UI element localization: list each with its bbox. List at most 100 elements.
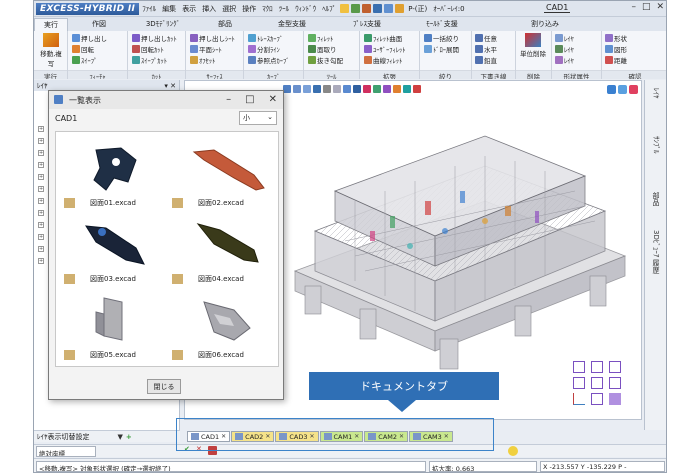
thumbnail-item[interactable]: 図面06.excad	[170, 290, 274, 362]
cube-view-icon[interactable]	[573, 361, 585, 373]
side-tab-sample[interactable]: ｻﾝﾌﾟﾙ	[651, 136, 661, 154]
ref-point-curve-button[interactable]: 参照点ｶｰﾌﾞ	[248, 55, 290, 65]
print-icon[interactable]	[362, 4, 372, 13]
offset-button[interactable]: ｵﾌｾｯﾄ	[190, 55, 215, 65]
revolve-button[interactable]: 回転	[72, 44, 94, 54]
cube-view-icon[interactable]	[609, 361, 621, 373]
tab-3d-modeling[interactable]: 3Dﾓﾃﾞﾘﾝｸﾞ	[130, 18, 196, 31]
chamfer-button[interactable]: 面取り	[308, 44, 337, 54]
maximize-icon[interactable]: □	[642, 2, 651, 12]
active-document-name[interactable]: CAD1	[544, 3, 571, 13]
tab-press-support[interactable]: ﾌﾟﾚｽ支援	[330, 18, 404, 31]
layer-setting-label[interactable]: ﾚｲﾔ表示切替設定	[37, 432, 90, 442]
check-shape-button[interactable]: 形状	[605, 33, 627, 43]
trace-curve-button[interactable]: ﾄﾚｰｽｶｰﾌﾞ	[248, 33, 283, 43]
vertical-line-button[interactable]: 鉛直	[475, 55, 497, 65]
layer-attr-button-2[interactable]: ﾚｲﾔ	[555, 44, 574, 54]
extrude-sheet-button[interactable]: 押し出しｼｰﾄ	[190, 33, 235, 43]
tree-expand-icon[interactable]: +	[38, 246, 44, 252]
new-icon[interactable]	[351, 4, 361, 13]
redo-icon[interactable]	[395, 4, 405, 13]
check-figure-button[interactable]: 図形	[605, 44, 627, 54]
undo-icon[interactable]	[384, 4, 394, 13]
minimize-icon[interactable]: –	[226, 94, 231, 105]
side-tab-parts[interactable]: 部品	[651, 192, 661, 206]
tab-molding-support[interactable]: ﾓｰﾙﾄﾞ支援	[404, 18, 480, 31]
unit-delete-button[interactable]: 単位削除	[519, 33, 547, 58]
maximize-icon[interactable]: □	[245, 94, 254, 105]
tree-expand-icon[interactable]: +	[38, 258, 44, 264]
tab-interrupt[interactable]: 割り込み	[510, 18, 580, 31]
horizontal-line-button[interactable]: 水平	[475, 44, 497, 54]
menu-insert[interactable]: 挿入	[199, 4, 219, 14]
tree-expand-icon[interactable]: +	[38, 198, 44, 204]
menu-edit[interactable]: 編集	[159, 4, 179, 14]
cube-view-icon[interactable]	[609, 377, 621, 389]
cube-view-icon[interactable]	[591, 377, 603, 389]
draw-expand-button[interactable]: ﾄﾞﾛｰ展開	[424, 44, 459, 54]
menu-operate[interactable]: 操作	[239, 4, 259, 14]
tab-parts[interactable]: 部品	[196, 18, 254, 31]
cube-view-icon[interactable]	[573, 377, 585, 389]
save-icon[interactable]	[373, 4, 383, 13]
tree-expand-icon[interactable]: +	[38, 162, 44, 168]
layer-attr-button-1[interactable]: ﾚｲﾔ	[555, 33, 574, 43]
tree-expand-icon[interactable]: +	[38, 222, 44, 228]
overlay-selector[interactable]: ｵｰﾊﾞｰﾚｲ:0	[430, 4, 467, 14]
check-distance-button[interactable]: 距離	[605, 55, 627, 65]
tab-mold-support[interactable]: 金型支援	[254, 18, 330, 31]
layer-selector[interactable]: P-(正)	[405, 4, 430, 14]
tree-expand-icon[interactable]: +	[38, 210, 44, 216]
menu-tool[interactable]: ﾂｰﾙ	[276, 4, 293, 14]
close-list-button[interactable]: 閉じる	[147, 379, 181, 394]
menu-macro[interactable]: ﾏｸﾛ	[259, 4, 276, 14]
list-window-titlebar[interactable]: 一覧表示 – □ ✕	[49, 91, 283, 109]
plane-sheet-button[interactable]: 平面ｼｰﾄ	[190, 44, 222, 54]
sweep-button[interactable]: ｽｲｰﾌﾟ	[72, 55, 97, 65]
tree-expand-icon[interactable]: +	[38, 186, 44, 192]
menu-help[interactable]: ﾍﾙﾌﾟ	[319, 4, 339, 14]
close-icon[interactable]: ✕	[656, 2, 664, 12]
extrude-button[interactable]: 押し出し	[72, 33, 107, 43]
tab-draw[interactable]: 作図	[68, 18, 130, 31]
fillet-surface-button[interactable]: ﾌｨﾚｯﾄ曲面	[364, 33, 402, 43]
menu-select[interactable]: 選択	[219, 4, 239, 14]
move-copy-button[interactable]: 移動,複写	[37, 33, 65, 68]
thumbnail-item[interactable]: 図面03.excad	[62, 214, 166, 286]
tree-expand-icon[interactable]: +	[38, 150, 44, 156]
split-line-button[interactable]: 分割ﾗｲﾝ	[248, 44, 280, 54]
add-layer-icon[interactable]: +	[126, 433, 132, 441]
tree-expand-icon[interactable]: +	[38, 234, 44, 240]
curve-fillet-button[interactable]: 曲線ﾌｨﾚｯﾄ	[364, 55, 402, 65]
layer-attr-button-3[interactable]: ﾚｲﾔ	[555, 55, 574, 65]
sweep-cut-button[interactable]: ｽｲｰﾌﾟｶｯﾄ	[132, 55, 167, 65]
minimize-icon[interactable]: –	[631, 2, 636, 12]
axis-icon[interactable]	[573, 393, 585, 405]
menu-window[interactable]: ｳｨﾝﾄﾞｳ	[292, 4, 319, 14]
tree-expand-icon[interactable]: +	[38, 174, 44, 180]
thumbnail-size-select[interactable]: 小 ⌄	[239, 111, 277, 125]
side-tab-layer[interactable]: ﾚｲﾔ	[651, 88, 661, 99]
tree-expand-icon[interactable]: +	[38, 138, 44, 144]
dropdown-arrow-icon[interactable]: ▼	[118, 433, 123, 441]
fillet-button[interactable]: ﾌｨﾚｯﾄ	[308, 33, 333, 43]
tab-execute[interactable]: 実行	[34, 18, 68, 31]
side-tab-3d-viewer[interactable]: 3Dﾋﾞｭｰｱ 履歴	[651, 230, 661, 274]
thumbnail-item[interactable]: 図面01.excad	[62, 138, 166, 210]
smiley-icon[interactable]	[508, 446, 518, 456]
thumbnail-item[interactable]: 図面04.excad	[170, 214, 274, 286]
thumbnail-item[interactable]: 図面02.excad	[170, 138, 274, 210]
cube-solid-icon[interactable]	[609, 393, 621, 405]
menu-view[interactable]: 表示	[179, 4, 199, 14]
close-icon[interactable]: ✕	[269, 94, 277, 105]
revolve-cut-button[interactable]: 回転ｶｯﾄ	[132, 44, 164, 54]
panel-pin-icon[interactable]: ▾ ✕	[164, 82, 176, 90]
user-fillet-button[interactable]: ﾕｰｻﾞｰﾌｨﾚｯﾄ	[364, 44, 406, 54]
batch-draw-button[interactable]: 一括絞り	[424, 33, 459, 43]
folder-icon[interactable]	[340, 4, 350, 13]
tree-expand-icon[interactable]: +	[38, 126, 44, 132]
menu-file[interactable]: ﾌｧｲﾙ	[139, 4, 159, 14]
arbitrary-line-button[interactable]: 任意	[475, 33, 497, 43]
cube-view-icon[interactable]	[591, 361, 603, 373]
coord-mode-select[interactable]: 絶対座標	[36, 446, 96, 457]
